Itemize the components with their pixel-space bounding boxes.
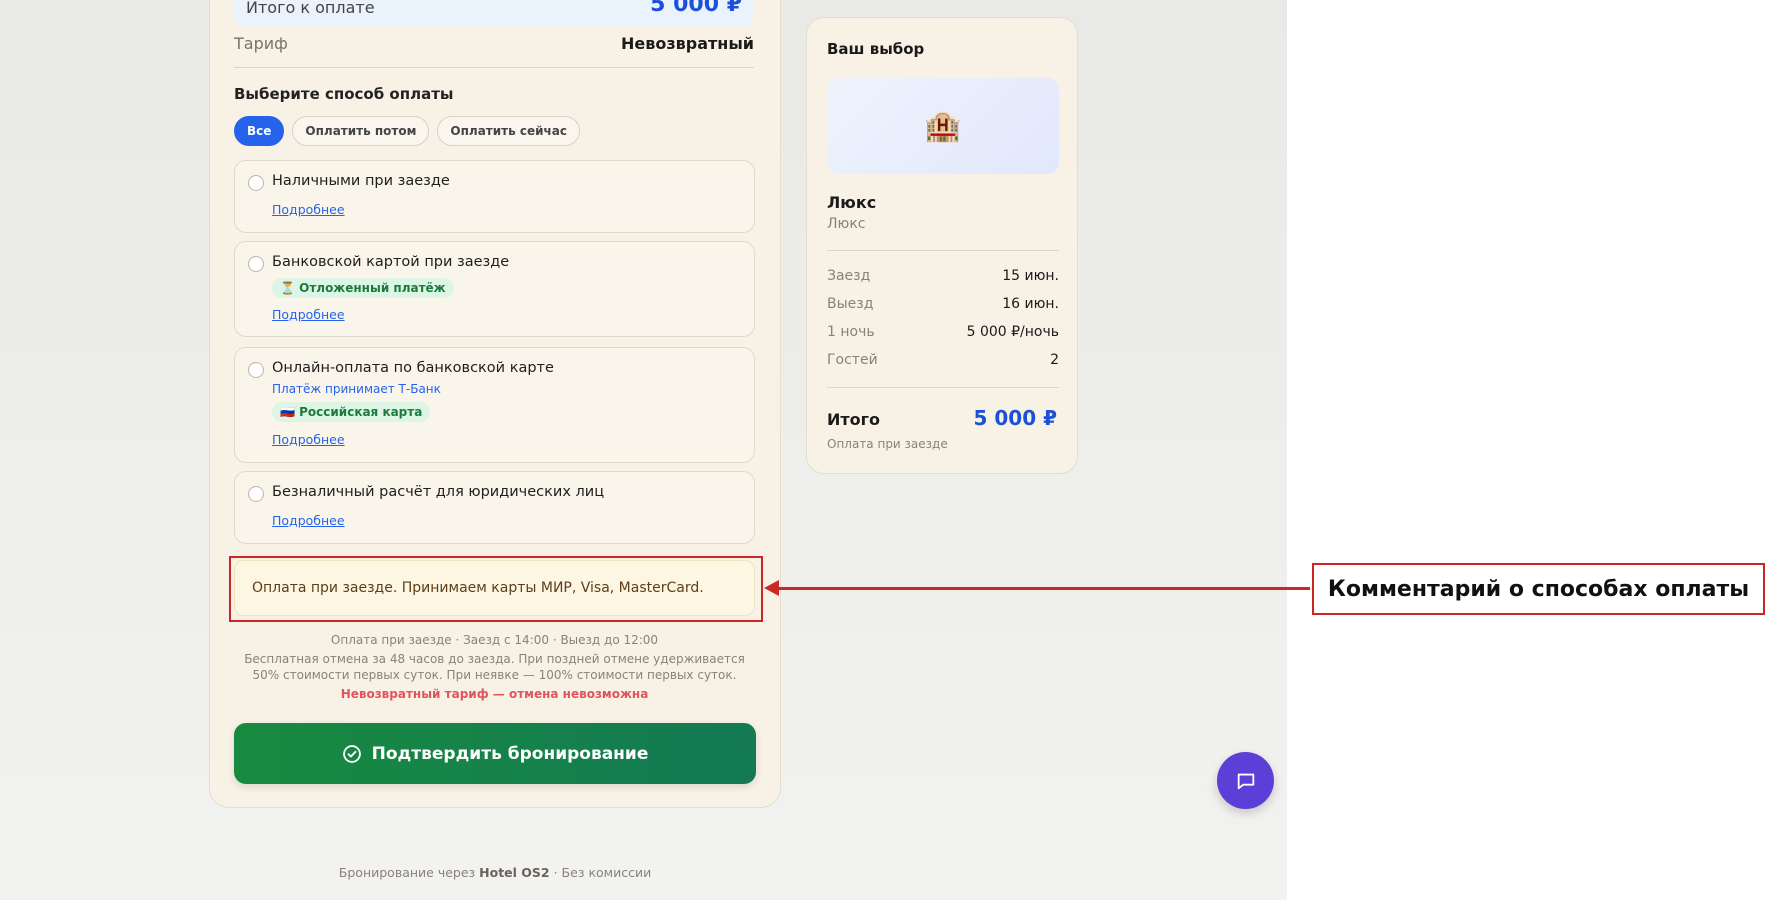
check-circle-icon	[342, 744, 361, 763]
your-choice-title: Ваш выбор	[827, 40, 925, 58]
room-category: Люкс	[827, 216, 866, 232]
check-out-row: Выезд 16 июн.	[827, 296, 1059, 316]
tariff-row: Тариф Невозвратный	[234, 30, 754, 68]
payment-option-title: Онлайн-оплата по банковской карте	[272, 360, 554, 376]
non-refundable-warning: Невозвратный тариф — отмена невозможна	[340, 687, 649, 701]
divider	[827, 250, 1059, 251]
more-details-link[interactable]: Подробнее	[272, 432, 345, 447]
tariff-value: Невозвратный	[620, 34, 754, 53]
check-in-info: Оплата при заезде · Заезд с 14:00 · Выез…	[330, 633, 659, 647]
row-value: 5 000 ₽/ночь	[966, 324, 1059, 340]
room-image: 🏨	[827, 78, 1059, 174]
row-key: Гостей	[827, 352, 878, 368]
payment-option-online-card[interactable]: Онлайн-оплата по банковской карте Платёж…	[234, 347, 755, 463]
summary-payment-note: Оплата при заезде	[827, 437, 948, 451]
filter-pay-now-chip[interactable]: Оплатить сейчас	[437, 116, 580, 146]
more-details-link[interactable]: Подробнее	[272, 202, 345, 217]
radio-button[interactable]	[248, 362, 264, 378]
radio-button[interactable]	[248, 486, 264, 502]
check-in-row: Заезд 15 июн.	[827, 268, 1059, 288]
nights-row: 1 ночь 5 000 ₽/ночь	[827, 324, 1059, 344]
payment-option-card-on-arrival[interactable]: Банковской картой при заезде ⏳ Отложенны…	[234, 241, 755, 337]
chat-button[interactable]	[1217, 752, 1274, 809]
annotation-arrow-head	[764, 580, 779, 596]
radio-button[interactable]	[248, 256, 264, 272]
payment-option-cash[interactable]: Наличными при заезде Подробнее	[234, 160, 755, 233]
cancellation-policy: Бесплатная отмена за 48 часов до заезда.…	[244, 652, 745, 682]
annotation-callout: Комментарий о способах оплаты	[1312, 563, 1765, 615]
row-key: Заезд	[827, 268, 871, 284]
filter-all-chip[interactable]: Все	[234, 116, 285, 146]
more-details-link[interactable]: Подробнее	[272, 307, 345, 322]
payment-option-title: Банковской картой при заезде	[272, 254, 510, 270]
footer-prefix: Бронирование через	[338, 865, 476, 880]
row-value: 2	[1050, 352, 1059, 368]
footer-suffix: · Без комиссии	[553, 865, 652, 880]
radio-button[interactable]	[248, 175, 264, 191]
summary-total-value: 5 000 ₽	[973, 406, 1057, 430]
filter-pay-later-chip[interactable]: Оплатить потом	[292, 116, 430, 146]
annotation-arrow-line	[778, 587, 1310, 590]
annotation-highlight-frame	[229, 556, 763, 622]
summary-total-label: Итого	[827, 410, 881, 429]
deferred-payment-badge: ⏳ Отложенный платёж	[272, 278, 454, 298]
row-key: Выезд	[827, 296, 874, 312]
confirm-booking-button[interactable]: Подтвердить бронирование	[234, 723, 756, 784]
more-details-link[interactable]: Подробнее	[272, 513, 345, 528]
room-name: Люкс	[827, 193, 877, 212]
payment-filter-tabs: Все Оплатить потом Оплатить сейчас	[234, 116, 580, 146]
tariff-label: Тариф	[234, 34, 288, 53]
footer: Бронирование через Hotel OS2 · Без комис…	[209, 865, 781, 880]
payment-method-title: Выберите способ оплаты	[234, 85, 454, 103]
total-to-pay-value: 5 000 ₽	[650, 0, 742, 17]
footer-brand: Hotel OS2	[479, 865, 550, 880]
row-key: 1 ночь	[827, 324, 875, 340]
total-to-pay-strip: Итого к оплате 5 000 ₽	[234, 0, 754, 26]
your-choice-card: Ваш выбор 🏨 Люкс Люкс Заезд 15 июн. Выез…	[806, 17, 1078, 474]
guests-row: Гостей 2	[827, 352, 1059, 372]
payment-option-legal-entity[interactable]: Безналичный расчёт для юридических лиц П…	[234, 471, 755, 544]
row-value: 16 июн.	[1002, 296, 1059, 312]
chat-bubble-icon	[1237, 773, 1254, 789]
payment-option-title: Безналичный расчёт для юридических лиц	[272, 484, 605, 500]
row-value: 15 июн.	[1002, 268, 1059, 284]
total-to-pay-label: Итого к оплате	[246, 0, 375, 17]
hotel-icon: 🏨	[924, 108, 962, 144]
confirm-booking-label: Подтвердить бронирование	[371, 743, 649, 764]
divider	[827, 387, 1059, 388]
payment-provider-note: Платёж принимает Т-Банк	[272, 382, 441, 396]
russian-card-badge: 🇷🇺 Российская карта	[272, 402, 431, 422]
payment-option-title: Наличными при заезде	[272, 173, 450, 189]
